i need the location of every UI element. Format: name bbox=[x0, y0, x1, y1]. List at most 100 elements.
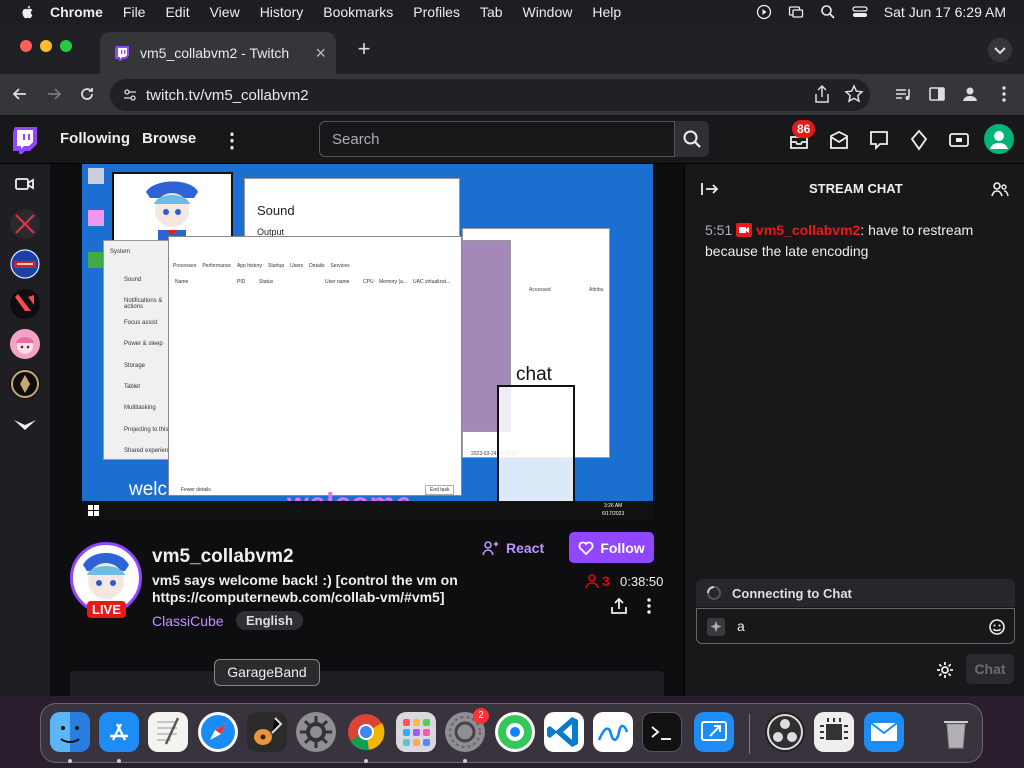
screen-mirroring-icon[interactable] bbox=[788, 4, 804, 20]
running-indicator bbox=[117, 759, 121, 763]
share-icon[interactable] bbox=[812, 84, 832, 104]
followed-channel-avatar[interactable] bbox=[10, 209, 40, 239]
vscode-icon[interactable] bbox=[544, 712, 584, 752]
window-close-button[interactable] bbox=[20, 40, 32, 52]
spotlight-search-icon[interactable] bbox=[820, 4, 836, 20]
address-bar[interactable]: twitch.tv/vm5_collabvm2 bbox=[110, 79, 870, 111]
freeform-icon[interactable] bbox=[593, 712, 633, 752]
menu-bookmarks[interactable]: Bookmarks bbox=[323, 4, 393, 20]
video-camera-icon[interactable] bbox=[15, 176, 35, 192]
menu-edit[interactable]: Edit bbox=[165, 4, 189, 20]
emote-picker-icon[interactable] bbox=[988, 618, 1006, 636]
apple-menu-icon[interactable] bbox=[20, 4, 36, 20]
taskmgr-tab: Startup bbox=[267, 263, 285, 269]
followed-channel-avatar[interactable] bbox=[10, 329, 40, 359]
twitch-logo-icon[interactable] bbox=[12, 126, 38, 154]
more-menu-icon[interactable]: ⋮ bbox=[222, 128, 242, 153]
window-minimize-button[interactable] bbox=[40, 40, 52, 52]
menu-view[interactable]: View bbox=[210, 4, 240, 20]
channel-logo-icon[interactable] bbox=[13, 417, 37, 433]
chat-send-button[interactable]: Chat bbox=[966, 654, 1014, 684]
chat-identity-button[interactable] bbox=[707, 618, 725, 636]
more-options-icon[interactable] bbox=[642, 597, 656, 615]
url-text[interactable]: twitch.tv/vm5_collabvm2 bbox=[146, 87, 309, 104]
finder-icon[interactable] bbox=[50, 712, 90, 752]
dock-tooltip: GarageBand bbox=[214, 659, 320, 686]
menu-window[interactable]: Window bbox=[523, 4, 573, 20]
menu-tab[interactable]: Tab bbox=[480, 4, 503, 20]
bookmark-star-icon[interactable] bbox=[844, 84, 864, 104]
followed-channel-avatar[interactable] bbox=[10, 289, 40, 319]
welcome-overlay-small: welc bbox=[129, 479, 168, 500]
community-icon[interactable] bbox=[991, 180, 1009, 198]
safari-icon[interactable] bbox=[198, 712, 238, 752]
react-button[interactable]: React bbox=[482, 533, 552, 563]
chat-input-value: a bbox=[737, 618, 745, 634]
share-icon[interactable] bbox=[610, 597, 628, 615]
app-store-icon[interactable] bbox=[99, 712, 139, 752]
league-logo-icon bbox=[11, 370, 39, 398]
react-label: React bbox=[506, 540, 545, 556]
textedit-icon[interactable] bbox=[148, 712, 188, 752]
follow-button[interactable]: Follow bbox=[569, 532, 654, 563]
side-panel-icon[interactable] bbox=[927, 84, 947, 104]
whispers-icon[interactable] bbox=[868, 129, 890, 151]
new-tab-button[interactable]: + bbox=[352, 38, 376, 62]
window-zoom-button[interactable] bbox=[60, 40, 72, 52]
chat-settings-gear-icon[interactable] bbox=[936, 661, 954, 679]
mail-icon[interactable] bbox=[864, 712, 904, 752]
dock-divider bbox=[749, 714, 750, 754]
menu-app-name[interactable]: Chrome bbox=[50, 4, 103, 20]
reload-icon[interactable] bbox=[77, 84, 97, 104]
trash-icon[interactable] bbox=[936, 712, 976, 752]
chat-message-user[interactable]: vm5_collabvm2 bbox=[756, 222, 860, 238]
back-arrow-icon[interactable] bbox=[10, 84, 30, 104]
obs-icon[interactable] bbox=[765, 712, 805, 752]
terminal-icon[interactable] bbox=[642, 712, 682, 752]
menu-file[interactable]: File bbox=[123, 4, 146, 20]
garageband-icon[interactable] bbox=[247, 712, 287, 752]
site-info-icon[interactable] bbox=[122, 87, 138, 103]
menubar-clock[interactable]: Sat Jun 17 6:29 AM bbox=[884, 4, 1006, 20]
followed-channel-avatar[interactable] bbox=[10, 369, 40, 399]
channel-name[interactable]: vm5_collabvm2 bbox=[152, 546, 294, 568]
tab-title: vm5_collabvm2 - Twitch bbox=[140, 45, 290, 61]
taskmgr-col: CPU bbox=[363, 279, 374, 285]
video-player[interactable]: webcam Sound Output System Sound Notific… bbox=[82, 164, 653, 521]
user-avatar[interactable] bbox=[984, 124, 1014, 154]
media-play-icon[interactable] bbox=[756, 4, 772, 20]
launchpad-icon[interactable] bbox=[396, 712, 436, 752]
screen-sharing-icon[interactable] bbox=[694, 712, 734, 752]
category-link[interactable]: ClassiCube bbox=[152, 613, 224, 629]
system-info-icon[interactable] bbox=[814, 712, 854, 752]
menu-profiles[interactable]: Profiles bbox=[413, 4, 460, 20]
language-tag[interactable]: English bbox=[236, 611, 303, 630]
bits-icon[interactable] bbox=[948, 129, 970, 151]
taskmgr-tab: Processes bbox=[173, 263, 197, 269]
profile-icon[interactable] bbox=[960, 84, 980, 104]
tab-close-icon[interactable]: × bbox=[315, 43, 326, 64]
collapse-chat-icon[interactable] bbox=[701, 181, 719, 197]
chrome-menu-icon[interactable] bbox=[994, 84, 1014, 104]
prime-gaming-icon[interactable] bbox=[908, 129, 930, 151]
chevron-down-icon bbox=[994, 47, 1006, 55]
nav-following[interactable]: Following bbox=[60, 130, 130, 147]
media-control-icon[interactable] bbox=[893, 84, 913, 104]
followed-channel-avatar[interactable] bbox=[10, 249, 40, 279]
stream-uptime: 0:38:50 bbox=[620, 574, 664, 589]
control-center-icon[interactable] bbox=[852, 4, 868, 20]
sound-window-title: Sound bbox=[257, 203, 295, 218]
search-button[interactable] bbox=[675, 121, 709, 157]
browser-tab-active[interactable]: vm5_collabvm2 - Twitch × bbox=[100, 32, 336, 74]
search-input[interactable]: Search bbox=[319, 121, 675, 157]
forward-arrow-icon[interactable] bbox=[44, 84, 64, 104]
menu-history[interactable]: History bbox=[260, 4, 304, 20]
menu-help[interactable]: Help bbox=[592, 4, 621, 20]
find-my-icon[interactable] bbox=[495, 712, 535, 752]
inbox-icon[interactable] bbox=[828, 129, 850, 151]
chrome-icon[interactable] bbox=[346, 712, 386, 752]
tab-search-button[interactable] bbox=[988, 38, 1012, 62]
system-settings-icon[interactable] bbox=[296, 712, 336, 752]
chat-input[interactable]: a bbox=[696, 608, 1015, 644]
nav-browse[interactable]: Browse bbox=[142, 130, 196, 147]
